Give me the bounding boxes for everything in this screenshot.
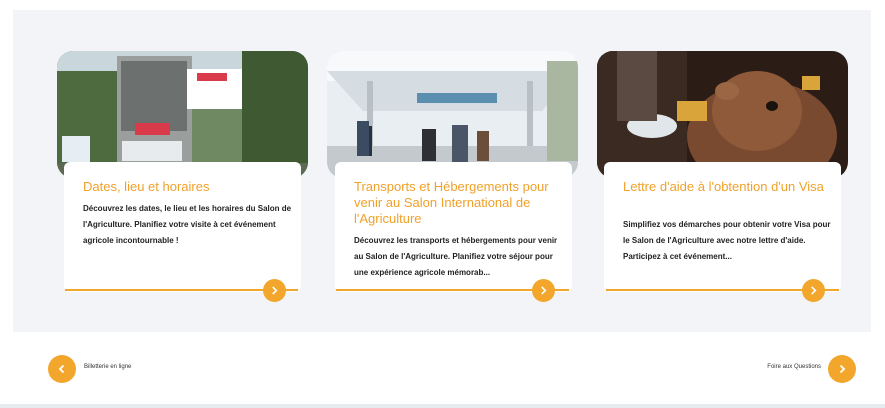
card-description: Découvrez les transports et hébergements…: [354, 236, 558, 277]
chevron-right-icon[interactable]: [532, 279, 555, 302]
card-transports[interactable]: Transports et Hébergements pour venir au…: [335, 162, 572, 292]
footer-divider: [0, 404, 885, 408]
card-title[interactable]: Dates, lieu et horaires: [83, 179, 293, 195]
chevron-right-icon: [839, 364, 846, 374]
card-description: Simplifiez vos démarches pour obtenir vo…: [623, 220, 831, 261]
card-title[interactable]: Transports et Hébergements pour venir au…: [354, 179, 564, 227]
prev-page-link[interactable]: Billetterie en ligne: [84, 364, 131, 370]
card-description: Découvrez les dates, le lieu et les hora…: [83, 204, 292, 245]
chevron-left-icon: [58, 364, 65, 374]
next-page-link[interactable]: Foire aux Questions: [767, 364, 821, 370]
prev-page-button[interactable]: [48, 355, 76, 383]
chevron-right-icon[interactable]: [802, 279, 825, 302]
card-image-venue[interactable]: [57, 51, 308, 178]
next-page-button[interactable]: [828, 355, 856, 383]
chevron-right-icon[interactable]: [263, 279, 286, 302]
card-visa[interactable]: Lettre d'aide à l'obtention d'un Visa Si…: [604, 162, 841, 292]
card-dates[interactable]: Dates, lieu et horaires Découvrez les da…: [64, 162, 301, 292]
card-image-transport[interactable]: [327, 51, 578, 178]
card-title[interactable]: Lettre d'aide à l'obtention d'un Visa: [623, 179, 833, 195]
card-image-visa[interactable]: [597, 51, 848, 178]
